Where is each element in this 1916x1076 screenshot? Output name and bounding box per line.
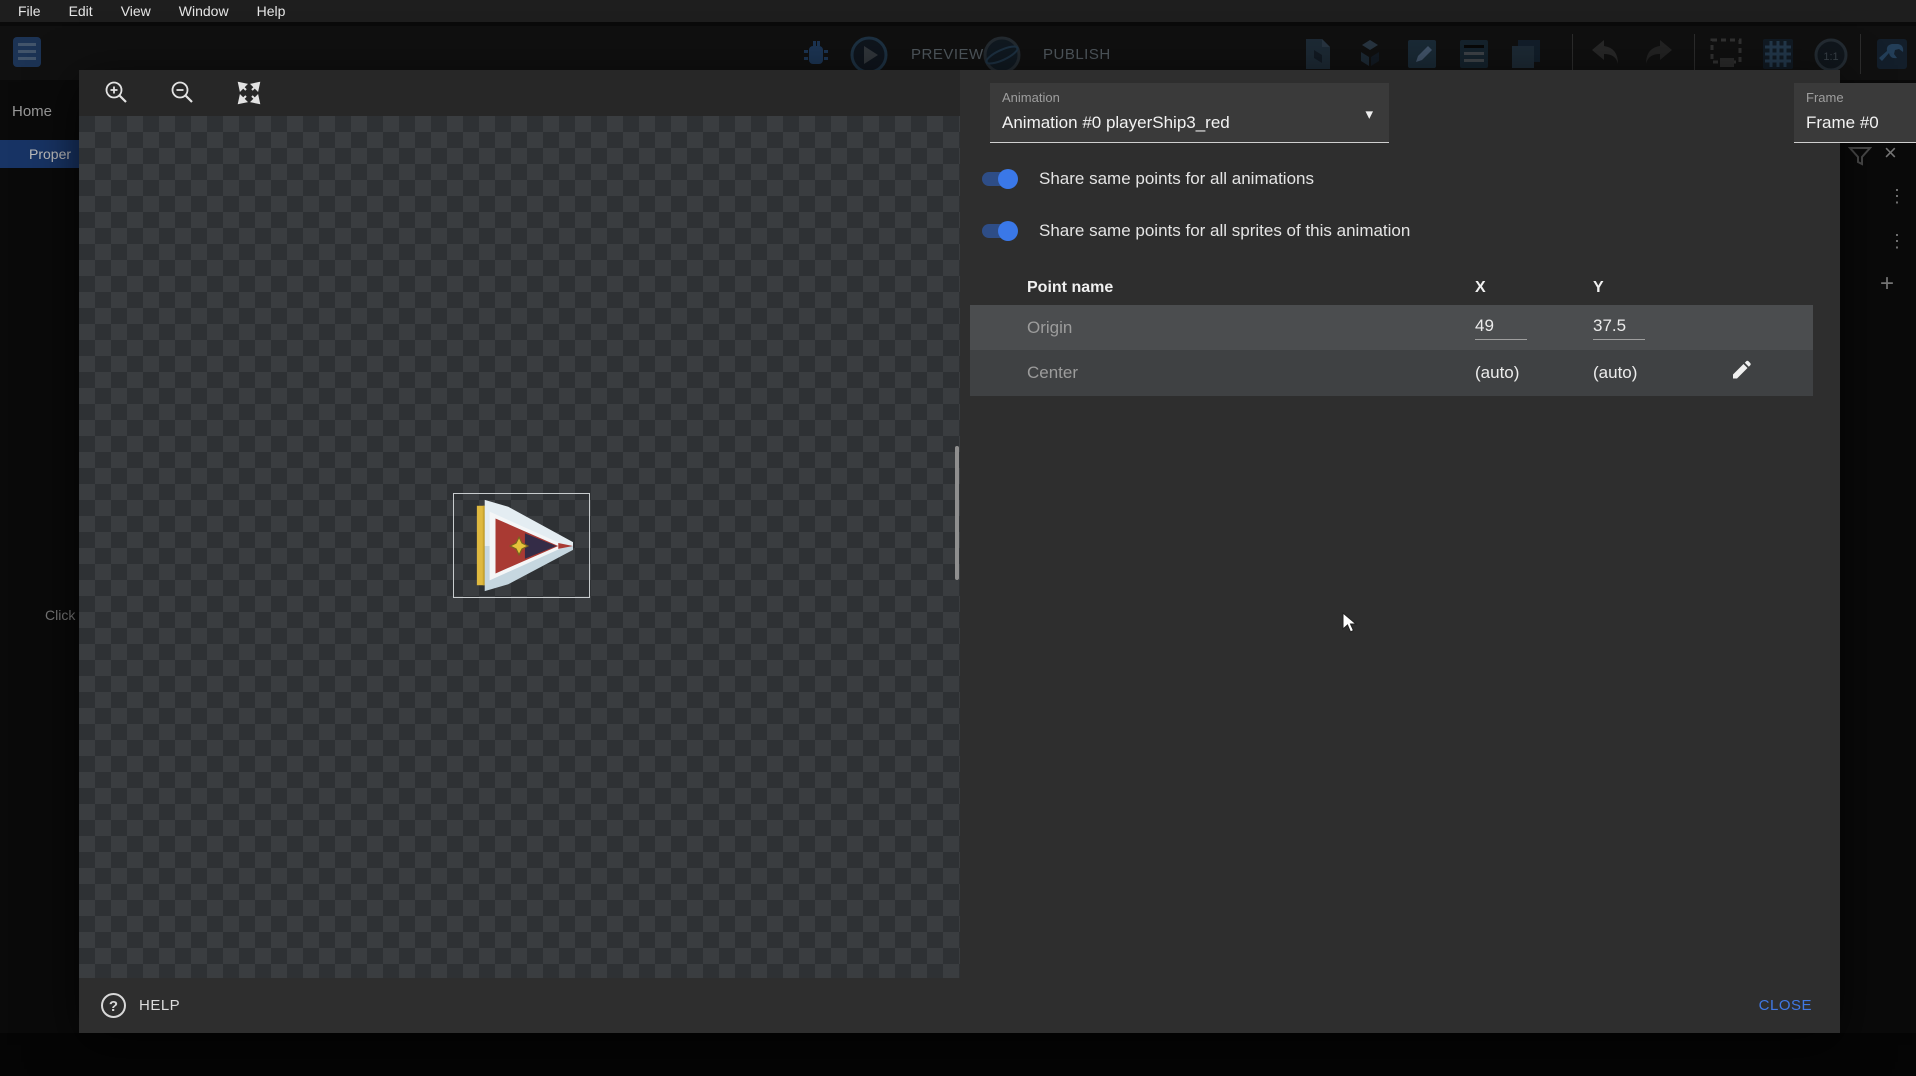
tab-properties-label: Proper [29,146,71,162]
zoom-out-button[interactable] [167,77,199,109]
toggle-label: Share same points for all animations [1039,169,1314,189]
layers-icon [1508,36,1544,72]
redo-icon [1640,38,1676,70]
share-points-all-animations-toggle[interactable] [980,169,1018,189]
svg-text:?: ? [109,998,118,1015]
dialog-actions-bar: ? HELP CLOSE [79,978,1840,1033]
menu-view[interactable]: View [121,3,151,19]
close-button[interactable]: CLOSE [1759,997,1812,1014]
toolbar-separator [1572,34,1573,74]
animation-select-value: Animation #0 playerShip3_red [1002,113,1230,133]
panel-close-icon: × [1884,140,1897,166]
zoom-in-button[interactable] [101,77,133,109]
kebab-menu-icon: ⋮ [1888,231,1906,252]
publish-button: PUBLISH [1043,46,1111,63]
scene-properties-icon [1300,36,1336,72]
filter-icon [1848,146,1872,166]
points-table-header: Point name X Y [970,270,1813,305]
toolbar-separator [1860,34,1861,74]
toggle-label: Share same points for all sprites of thi… [1039,221,1410,241]
center-x-value: (auto) [1475,363,1519,383]
header-x: X [1475,279,1486,297]
point-name: Center [1027,363,1078,383]
share-points-all-sprites-toggle[interactable] [980,221,1018,241]
header-point-name: Point name [1027,279,1113,297]
help-button[interactable]: ? HELP [100,992,180,1019]
project-manager-icon [10,34,46,70]
menu-window[interactable]: Window [179,3,229,19]
table-row-origin[interactable]: Origin 49 37.5 [970,305,1813,350]
properties-hint-text: Click [45,607,75,623]
toolbar-separator [1694,34,1695,74]
header-y: Y [1593,279,1604,297]
menu-edit[interactable]: Edit [69,3,93,19]
publish-globe-icon [983,36,1021,74]
menu-help[interactable]: Help [257,3,286,19]
edit-points-dialog: Animation Animation #0 playerShip3_red ▾… [79,70,1840,1033]
kebab-menu-icon: ⋮ [1888,186,1906,207]
preview-button: PREVIEW [911,46,984,63]
preview-play-icon [850,36,888,74]
frame-select-label: Frame [1806,90,1844,105]
svg-text:1:1: 1:1 [1823,51,1838,63]
zoom-ratio-icon: 1:1 [1812,36,1850,74]
share-points-animations-row: Share same points for all animations [980,165,1314,193]
frame-select-value: Frame #0 [1806,113,1879,133]
pencil-icon [1730,360,1752,382]
menu-file[interactable]: File [18,3,41,19]
menu-bar: File Edit View Window Help [0,0,1916,22]
canvas-toolbar [79,70,960,116]
help-icon: ? [100,992,127,1019]
instances-list-icon [1456,36,1492,72]
player-ship-sprite [454,494,589,597]
canvas-scrollbar[interactable] [955,446,959,580]
app-window: File Edit View Window Help PREVIEW PUBL [0,0,1916,1076]
undo-icon [1588,38,1624,70]
points-table: Point name X Y Origin 49 37.5 Center (au… [970,270,1813,396]
animation-select[interactable]: Animation Animation #0 playerShip3_red ▾ [990,83,1389,143]
edit-scene-icon [1404,36,1440,72]
help-label: HELP [139,997,180,1014]
point-name: Origin [1027,318,1072,338]
tools-wrench-icon [1874,36,1910,72]
sprite-selection-box[interactable] [453,493,590,598]
status-bar: 677;299 Search [0,1033,1916,1076]
edit-point-button[interactable] [1730,360,1752,387]
share-points-sprites-row: Share same points for all sprites of thi… [980,217,1410,245]
origin-x-field[interactable]: 49 [1475,316,1527,340]
mask-icon [1708,36,1744,72]
sprite-canvas[interactable] [79,116,960,978]
center-y-value: (auto) [1593,363,1637,383]
grid-icon [1760,36,1796,72]
points-panel: Animation Animation #0 playerShip3_red ▾… [960,70,1840,978]
tab-home: Home [12,103,52,120]
frame-select[interactable]: Frame Frame #0 ▾ [1794,83,1916,143]
debugger-icon [800,38,832,70]
add-object-icon: + [1880,270,1894,298]
fit-to-screen-button[interactable] [233,77,265,109]
origin-y-field[interactable]: 37.5 [1593,316,1645,340]
objects-list-icon [1352,36,1388,72]
tab-properties: Proper [0,140,79,168]
table-row-center[interactable]: Center (auto) (auto) [970,350,1813,396]
animation-select-label: Animation [1002,90,1060,105]
chevron-down-icon: ▾ [1365,105,1373,123]
